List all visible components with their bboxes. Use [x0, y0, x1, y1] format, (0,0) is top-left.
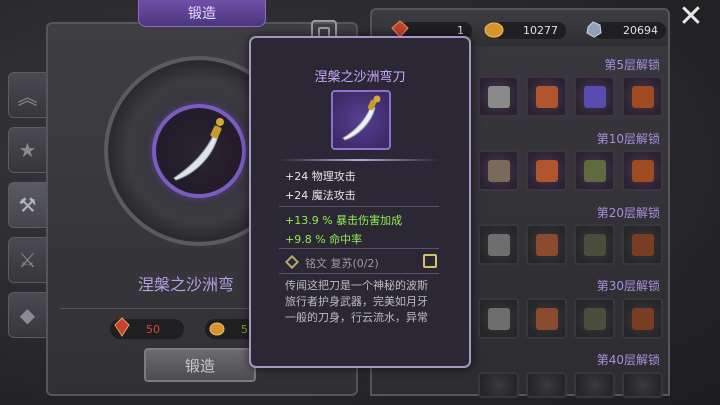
- stat-magic-attack: +24 魔法攻击: [285, 189, 356, 202]
- upgrade-tab[interactable]: ︽: [8, 72, 46, 118]
- tooltip-divider: [279, 206, 439, 207]
- gloves-icon: [536, 160, 558, 182]
- equipment-slot[interactable]: [526, 372, 567, 398]
- sword-icon: ⚔: [18, 248, 37, 272]
- weapon-slot[interactable]: [152, 104, 246, 198]
- equipment-slot[interactable]: [478, 224, 519, 265]
- gem-icon: ◆: [19, 303, 36, 327]
- resource-gold: 10277: [484, 22, 566, 39]
- star-icon: ★: [18, 138, 37, 162]
- item-tooltip: 涅槃之沙洲弯刀 +24 物理攻击 +24 魔法攻击 +13.9 % 暴击伤害加成…: [249, 36, 471, 368]
- equipment-slot[interactable]: [574, 298, 615, 339]
- resource-value: 20694: [623, 24, 658, 37]
- rune-status: 铭文 复苏(0/2): [305, 257, 379, 270]
- equipment-slot[interactable]: [526, 76, 567, 117]
- bonus-crit-damage: +13.9 % 暴击伤害加成: [285, 214, 403, 227]
- belt-icon: [488, 308, 510, 330]
- armor-icon: [584, 160, 606, 182]
- belt-icon: [488, 234, 510, 256]
- cost-value: 5: [241, 322, 248, 336]
- tier-label: 第40层解锁: [596, 353, 660, 367]
- boots-icon: [632, 308, 654, 330]
- cost-red-gem: 50: [110, 317, 184, 339]
- anvil-icon: ⚒: [18, 193, 37, 217]
- bonus-hit-rate: +9.8 % 命中率: [285, 233, 363, 246]
- equipment-slot[interactable]: [574, 372, 615, 398]
- tier-label: 第5层解锁: [604, 58, 660, 72]
- equipment-slot[interactable]: [526, 298, 567, 339]
- tier-label: 第30层解锁: [596, 279, 660, 293]
- rune-detail-icon[interactable]: [423, 254, 437, 268]
- scimitar-icon: [173, 118, 224, 181]
- star-tab[interactable]: ★: [8, 127, 46, 173]
- tooltip-item-slot: [331, 90, 391, 150]
- belt-icon: [488, 86, 510, 108]
- close-button[interactable]: ✕: [677, 2, 705, 32]
- scimitar-icon: [342, 95, 381, 141]
- equipment-slot[interactable]: [526, 224, 567, 265]
- gloves-icon: [536, 308, 558, 330]
- equipment-slot[interactable]: [478, 372, 519, 398]
- resource-ore: 20694: [586, 21, 666, 39]
- divider: [60, 308, 250, 309]
- boots-icon: [632, 160, 654, 182]
- forge-button[interactable]: 锻造: [144, 348, 256, 382]
- equipment-slot[interactable]: [622, 298, 663, 339]
- equipment-slot[interactable]: [622, 224, 663, 265]
- tier-label: 第20层解锁: [596, 206, 660, 220]
- gloves-icon: [536, 86, 558, 108]
- armor-icon: [584, 86, 606, 108]
- tooltip-divider: [279, 159, 439, 161]
- rune-icon: [284, 254, 300, 270]
- tooltip-divider: [279, 248, 439, 249]
- resource-value: 10277: [523, 24, 558, 37]
- cost-value: 50: [146, 322, 160, 336]
- equipment-slot[interactable]: [574, 150, 615, 191]
- equipment-slot[interactable]: [478, 76, 519, 117]
- tooltip-divider: [279, 273, 439, 274]
- weapon-name: 涅槃之沙洲弯: [138, 275, 235, 294]
- chevron-up-icon: ︽: [17, 84, 38, 109]
- weapon-tab[interactable]: ⚔: [8, 237, 46, 283]
- equipment-slot[interactable]: [622, 150, 663, 191]
- gold-pile-icon: [209, 322, 225, 336]
- equipment-slot[interactable]: [478, 150, 519, 191]
- equipment-slot[interactable]: [622, 76, 663, 117]
- red-gem-icon: [114, 317, 130, 337]
- equipment-slot[interactable]: [622, 372, 663, 398]
- armor-icon: [584, 308, 606, 330]
- equipment-slot[interactable]: [478, 298, 519, 339]
- gem-tab[interactable]: ◆: [8, 292, 46, 338]
- stat-physical-attack: +24 物理攻击: [285, 170, 356, 183]
- equipment-slot[interactable]: [574, 76, 615, 117]
- armor-icon: [584, 234, 606, 256]
- forge-tab[interactable]: 锻造: [138, 0, 266, 27]
- boots-icon: [632, 234, 654, 256]
- gold-coin-icon: [484, 22, 504, 38]
- tier-label: 第10层解锁: [596, 132, 660, 146]
- item-description: 传闻这把刀是一个神秘的波斯旅行者护身武器，完美如月牙一般的刀身，行云流水，异常: [285, 279, 428, 324]
- belt-icon: [488, 160, 510, 182]
- boots-icon: [632, 86, 654, 108]
- equipment-slot[interactable]: [574, 224, 615, 265]
- tooltip-title: 涅槃之沙洲弯刀: [314, 70, 406, 85]
- side-tabs: ︽ ★ ⚒ ⚔ ◆: [8, 72, 46, 347]
- anvil-tab[interactable]: ⚒: [8, 182, 46, 228]
- silver-ore-icon: [586, 21, 602, 38]
- gloves-icon: [536, 234, 558, 256]
- equipment-slot[interactable]: [526, 150, 567, 191]
